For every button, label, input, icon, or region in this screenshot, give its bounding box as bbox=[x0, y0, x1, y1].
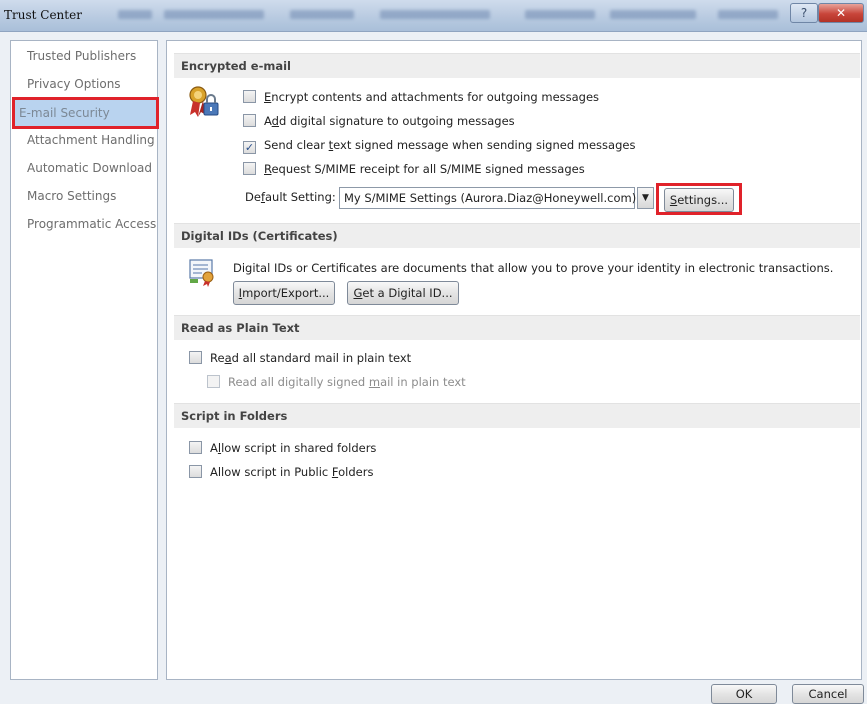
default-setting-select[interactable]: My S/MIME Settings (Aurora.Diaz@Honeywel… bbox=[339, 187, 636, 209]
sidebar-item-privacy-options[interactable]: Privacy Options bbox=[16, 73, 156, 95]
get-digital-id-button[interactable]: Get a Digital ID... bbox=[347, 281, 459, 305]
sidebar-item-email-security[interactable]: E-mail Security bbox=[12, 97, 159, 129]
sidebar: Trusted Publishers Privacy Options E-mai… bbox=[10, 40, 159, 680]
certificate-document-icon bbox=[189, 259, 214, 287]
chevron-down-icon[interactable]: ▼ bbox=[637, 187, 654, 209]
allow-script-public-folders-checkbox[interactable]: Allow script in Public Folders bbox=[189, 463, 373, 481]
encrypt-contents-checkbox[interactable]: Encrypt contents and attachments for out… bbox=[243, 88, 599, 106]
blurred-toolbar-item bbox=[164, 10, 264, 19]
sidebar-item-automatic-download[interactable]: Automatic Download bbox=[16, 157, 156, 179]
help-button[interactable]: ? bbox=[790, 3, 818, 23]
close-icon: ✕ bbox=[835, 6, 847, 20]
default-setting-label: Default Setting: bbox=[245, 190, 336, 204]
checkbox-box bbox=[243, 162, 256, 175]
read-all-plain-text-checkbox[interactable]: Read all standard mail in plain text bbox=[189, 349, 411, 367]
sidebar-item-trusted-publishers[interactable]: Trusted Publishers bbox=[16, 45, 156, 67]
allow-script-shared-folders-checkbox[interactable]: Allow script in shared folders bbox=[189, 439, 376, 457]
title-bar: Trust Center ? ✕ bbox=[0, 0, 867, 32]
blurred-toolbar-item bbox=[118, 10, 152, 19]
main-panel: Encrypted e-mail Encrypt contents and at… bbox=[166, 40, 862, 680]
section-header-read-as-plain-text: Read as Plain Text bbox=[174, 315, 860, 340]
sidebar-item-attachment-handling[interactable]: Attachment Handling bbox=[16, 129, 156, 151]
add-digital-signature-checkbox[interactable]: Add digital signature to outgoing messag… bbox=[243, 112, 515, 130]
checkbox-box bbox=[207, 375, 220, 388]
section-header-script-in-folders: Script in Folders bbox=[174, 403, 860, 428]
checkbox-box bbox=[243, 90, 256, 103]
digital-ids-description: Digital IDs or Certificates are document… bbox=[233, 261, 834, 275]
sidebar-item-macro-settings[interactable]: Macro Settings bbox=[16, 185, 156, 207]
blurred-toolbar-item bbox=[525, 10, 595, 19]
blurred-toolbar-item bbox=[718, 10, 778, 19]
checkbox-box bbox=[189, 351, 202, 364]
send-clear-text-checkbox[interactable]: ✓ Send clear text signed message when sen… bbox=[243, 136, 635, 154]
checkbox-checked: ✓ bbox=[243, 141, 256, 154]
close-button[interactable]: ✕ bbox=[818, 3, 864, 23]
checkbox-box bbox=[189, 441, 202, 454]
read-signed-plain-text-checkbox[interactable]: Read all digitally signed mail in plain … bbox=[207, 373, 466, 391]
request-smime-receipt-checkbox[interactable]: Request S/MIME receipt for all S/MIME si… bbox=[243, 160, 585, 178]
import-export-button[interactable]: Import/Export... bbox=[233, 281, 335, 305]
window-title: Trust Center bbox=[4, 8, 82, 22]
blurred-toolbar-item bbox=[610, 10, 696, 19]
checkbox-box bbox=[243, 114, 256, 127]
sidebar-item-programmatic-access[interactable]: Programmatic Access bbox=[16, 213, 156, 235]
blurred-toolbar-item bbox=[380, 10, 490, 19]
checkbox-box bbox=[189, 465, 202, 478]
cancel-button[interactable]: Cancel bbox=[792, 684, 864, 704]
settings-button[interactable]: Settings... bbox=[664, 188, 734, 212]
security-certificate-icon bbox=[189, 86, 219, 117]
help-icon: ? bbox=[800, 6, 808, 20]
ok-button[interactable]: OK bbox=[711, 684, 777, 704]
section-header-digital-ids: Digital IDs (Certificates) bbox=[174, 223, 860, 248]
section-header-encrypted-email: Encrypted e-mail bbox=[174, 53, 860, 78]
blurred-toolbar-item bbox=[290, 10, 354, 19]
